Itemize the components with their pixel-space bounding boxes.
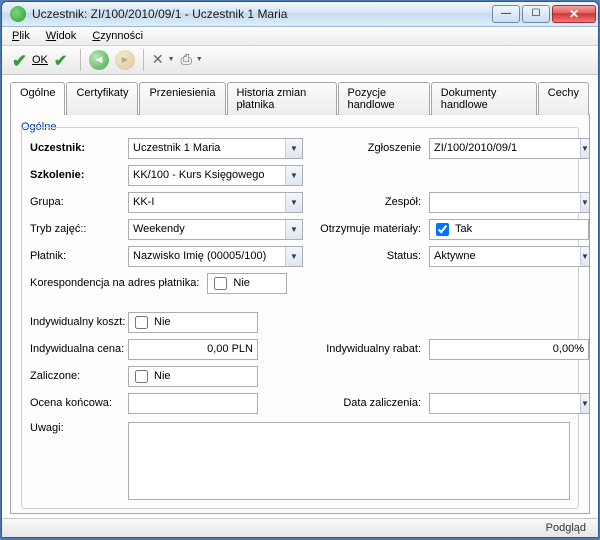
tab-przeniesienia[interactable]: Przeniesienia bbox=[139, 82, 225, 115]
minimize-button[interactable]: — bbox=[492, 5, 520, 23]
label-uwagi: Uwagi: bbox=[30, 422, 120, 434]
label-tryb: Tryb zajęć:: bbox=[30, 223, 120, 235]
platnik-combo[interactable]: ▼ bbox=[128, 246, 303, 267]
label-platnik: Płatnik: bbox=[30, 250, 120, 262]
label-ind-rabat: Indywidualny rabat: bbox=[311, 343, 421, 355]
separator bbox=[80, 49, 81, 71]
zgloszenie-combo[interactable]: ▼ bbox=[429, 138, 589, 159]
chevron-down-icon[interactable]: ▼ bbox=[285, 247, 302, 266]
ind-koszt-checkbox[interactable]: Nie bbox=[128, 312, 258, 333]
label-ocena: Ocena końcowa: bbox=[30, 397, 120, 409]
dropdown-icon[interactable]: ▼ bbox=[168, 56, 175, 63]
separator bbox=[143, 49, 144, 71]
status-combo[interactable]: ▼ bbox=[429, 246, 589, 267]
tab-strip: Ogólne Certyfikaty Przeniesienia Histori… bbox=[10, 81, 590, 115]
chevron-down-icon[interactable]: ▼ bbox=[580, 193, 589, 212]
dropdown-icon[interactable]: ▼ bbox=[196, 56, 203, 63]
label-ind-cena: Indywidualna cena: bbox=[30, 343, 120, 355]
status-bar: Podgląd bbox=[2, 518, 598, 537]
chevron-down-icon[interactable]: ▼ bbox=[580, 139, 589, 158]
tab-dokumenty[interactable]: Dokumenty handlowe bbox=[431, 82, 537, 115]
tab-pozycje[interactable]: Pozycje handlowe bbox=[338, 82, 430, 115]
back-button[interactable]: ◄ bbox=[89, 50, 109, 70]
zaliczone-checkbox[interactable]: Nie bbox=[128, 366, 258, 387]
apply-icon[interactable]: ✔ bbox=[54, 51, 72, 69]
titlebar[interactable]: Uczestnik: ZI/100/2010/09/1 - Uczestnik … bbox=[2, 2, 598, 27]
tab-cechy[interactable]: Cechy bbox=[538, 82, 589, 115]
label-materialy: Otrzymuje materiały: bbox=[311, 223, 421, 235]
uwagi-textarea[interactable] bbox=[128, 422, 570, 500]
label-zgloszenie: Zgłoszenie bbox=[311, 142, 421, 154]
row-koresp: Korespondencja na adres płatnika: Nie bbox=[30, 273, 303, 294]
data-zal-combo[interactable]: ▼ bbox=[429, 393, 589, 414]
ocena-field[interactable] bbox=[128, 393, 258, 414]
check-icon: ✔ bbox=[12, 51, 30, 69]
szkolenie-combo[interactable]: ▼ bbox=[128, 165, 303, 186]
app-icon bbox=[10, 6, 26, 22]
label-ind-koszt: Indywidualny koszt: bbox=[30, 316, 120, 328]
label-uczestnik: Uczestnik: bbox=[30, 142, 120, 154]
ind-cena-field[interactable]: 0,00 PLN bbox=[128, 339, 258, 360]
tab-ogolne[interactable]: Ogólne bbox=[10, 82, 65, 115]
koresp-checkbox[interactable]: Nie bbox=[207, 273, 287, 294]
toolbar: ✔ OK ✔ ◄ ► ✕ ▼ ⎙ ▼ bbox=[2, 46, 598, 74]
menu-plik[interactable]: Plik bbox=[12, 30, 30, 42]
tryb-combo[interactable]: ▼ bbox=[128, 219, 303, 240]
print-icon[interactable]: ⎙ bbox=[181, 51, 192, 68]
tab-historia[interactable]: Historia zmian płatnika bbox=[227, 82, 337, 115]
tools-icon[interactable]: ✕ bbox=[152, 51, 164, 68]
materialy-checkbox[interactable]: Tak bbox=[429, 219, 589, 240]
ind-rabat-field[interactable]: 0,00% bbox=[429, 339, 589, 360]
chevron-down-icon[interactable]: ▼ bbox=[580, 247, 589, 266]
tab-certyfikaty[interactable]: Certyfikaty bbox=[66, 82, 138, 115]
chevron-down-icon[interactable]: ▼ bbox=[285, 139, 302, 158]
chevron-down-icon[interactable]: ▼ bbox=[285, 220, 302, 239]
menu-widok[interactable]: Widok bbox=[46, 30, 77, 42]
forward-button[interactable]: ► bbox=[115, 50, 135, 70]
menubar: Plik Widok Czynności bbox=[2, 27, 598, 46]
label-grupa: Grupa: bbox=[30, 196, 120, 208]
zespol-combo[interactable]: ▼ bbox=[429, 192, 589, 213]
label-status: Status: bbox=[311, 250, 421, 262]
label-zaliczone: Zaliczone: bbox=[30, 370, 120, 382]
chevron-down-icon[interactable]: ▼ bbox=[580, 394, 589, 413]
close-button[interactable]: ✕ bbox=[552, 5, 596, 23]
label-szkolenie: Szkolenie: bbox=[30, 169, 120, 181]
grupa-combo[interactable]: ▼ bbox=[128, 192, 303, 213]
window-title: Uczestnik: ZI/100/2010/09/1 - Uczestnik … bbox=[32, 7, 490, 21]
label-data-zal: Data zaliczenia: bbox=[311, 397, 421, 409]
status-text: Podgląd bbox=[546, 522, 586, 534]
menu-czynnosci[interactable]: Czynności bbox=[92, 30, 143, 42]
chevron-down-icon[interactable]: ▼ bbox=[285, 193, 302, 212]
label-zespol: Zespół: bbox=[311, 196, 421, 208]
uczestnik-combo[interactable]: ▼ bbox=[128, 138, 303, 159]
ok-button[interactable]: ✔ OK bbox=[12, 51, 48, 69]
maximize-button[interactable]: ☐ bbox=[522, 5, 550, 23]
chevron-down-icon[interactable]: ▼ bbox=[285, 166, 302, 185]
